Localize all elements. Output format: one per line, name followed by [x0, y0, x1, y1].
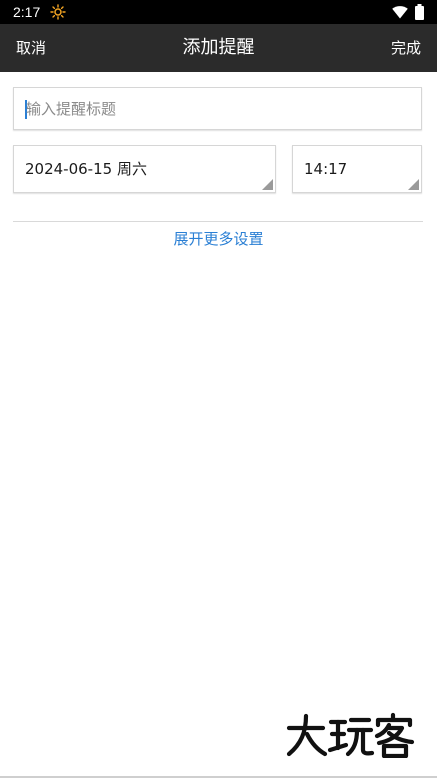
expand-more-settings-link[interactable]: 展开更多设置 — [0, 228, 437, 250]
dropdown-corner-icon — [262, 179, 273, 190]
status-bar: 2:17 — [0, 0, 437, 24]
battery-icon — [415, 4, 424, 20]
watermark-logo — [286, 712, 415, 758]
add-reminder-screen: 2:17 取消 添加提醒 完成 输入提醒标题 2024-06-15 周六 14:… — [0, 0, 437, 778]
done-button[interactable]: 完成 — [391, 36, 421, 60]
date-value: 2024-06-15 周六 — [25, 160, 147, 178]
dropdown-corner-icon — [408, 179, 419, 190]
date-picker-field[interactable]: 2024-06-15 周六 — [13, 145, 276, 193]
title-bar: 取消 添加提醒 完成 — [0, 24, 437, 72]
status-time: 2:17 — [13, 4, 41, 20]
page-title: 添加提醒 — [182, 37, 255, 58]
time-picker-field[interactable]: 14:17 — [292, 145, 422, 193]
sun-icon — [50, 4, 66, 20]
divider — [13, 221, 423, 222]
time-value: 14:17 — [304, 160, 348, 178]
wifi-icon — [392, 6, 408, 19]
reminder-title-placeholder: 输入提醒标题 — [26, 100, 117, 118]
reminder-title-input[interactable]: 输入提醒标题 — [13, 87, 422, 130]
